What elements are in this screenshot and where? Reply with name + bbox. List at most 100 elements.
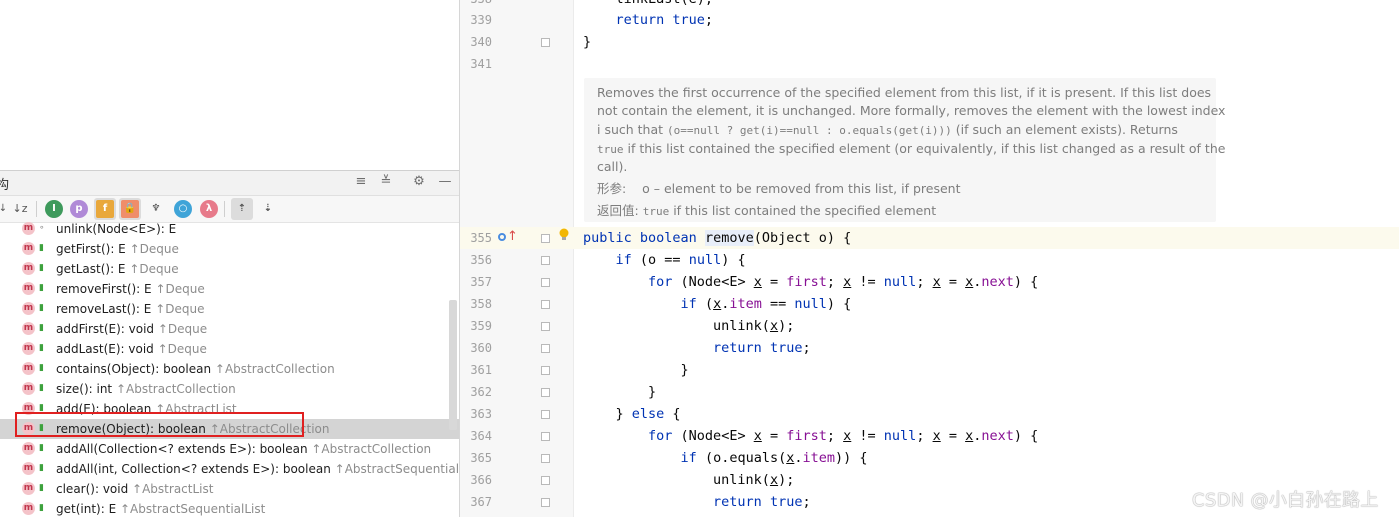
gear-icon[interactable]: ⚙ — [410, 173, 428, 191]
line-number: 340 — [470, 35, 492, 49]
tree-item[interactable]: m ▮ addFirst(E): void ↑Deque — [0, 319, 459, 339]
tree-item-label: addAll(Collection<? extends E>): boolean… — [56, 442, 432, 456]
method-icon: m — [22, 302, 35, 315]
fold-marker[interactable] — [541, 498, 550, 507]
structure-title: 构 — [0, 174, 9, 193]
code-line: } — [583, 34, 592, 50]
public-unlock-icon: ▮ — [39, 463, 44, 473]
method-icon: m — [22, 462, 35, 475]
fold-marker[interactable] — [541, 476, 550, 485]
tree-item-label: getLast(): E ↑Deque — [56, 262, 179, 276]
show-fields-icon[interactable]: f — [96, 200, 114, 218]
code-line: return true; — [713, 340, 811, 356]
fold-marker[interactable] — [541, 432, 550, 441]
fold-marker[interactable] — [541, 410, 550, 419]
code-line: if (o == null) { — [615, 252, 746, 268]
public-unlock-icon: ▮ — [39, 243, 44, 253]
expand-all-icon[interactable]: ≡ — [352, 173, 370, 191]
tree-item[interactable]: m ▮ contains(Object): boolean ↑AbstractCol… — [0, 359, 459, 379]
tree-item-label: removeLast(): E ↑Deque — [56, 302, 205, 316]
tree-item[interactable]: m ▮ addLast(E): void ↑Deque — [0, 339, 459, 359]
autoscroll-from-source-icon[interactable]: ⇣ — [259, 200, 277, 218]
tree-item-label: addLast(E): void ↑Deque — [56, 342, 207, 356]
sort-alpha-icon[interactable]: ↓z — [11, 200, 29, 218]
tree-item[interactable]: m ▮ getFirst(): E ↑Deque — [0, 239, 459, 259]
line-number: 361 — [470, 363, 492, 377]
tree-item[interactable]: m ∘ unlink(Node<E>): E — [0, 219, 459, 239]
code-line: for (Node<E> x = first; x != null; x = x… — [648, 428, 1039, 444]
code-line: } — [583, 384, 657, 400]
line-number: 355 — [470, 231, 492, 245]
fold-marker[interactable] — [541, 300, 550, 309]
tree-item[interactable]: m ▮ getLast(): E ↑Deque — [0, 259, 459, 279]
line-number: 366 — [470, 473, 492, 487]
line-number: 363 — [470, 407, 492, 421]
show-properties-icon[interactable]: p — [70, 200, 88, 218]
method-gutter-icon[interactable] — [498, 233, 506, 241]
public-unlock-icon: ▮ — [39, 303, 44, 313]
show-inherited-icon[interactable]: I — [45, 200, 63, 218]
code-line: for (Node<E> x = first; x != null; x = x… — [648, 274, 1039, 290]
public-unlock-icon: ▮ — [39, 263, 44, 273]
scrollbar[interactable] — [449, 300, 457, 430]
method-icon: m — [22, 482, 35, 495]
tree-item-label: size(): int ↑AbstractCollection — [56, 382, 236, 396]
line-number: 362 — [470, 385, 492, 399]
code-line: unlink(x); — [583, 472, 795, 488]
fold-marker[interactable] — [541, 366, 550, 375]
method-icon: m — [22, 322, 35, 335]
code-line: public boolean remove(Object o) { — [583, 230, 852, 246]
tree-item[interactable]: m ▮ get(int): E ↑AbstractSequentialList — [0, 499, 459, 517]
public-unlock-icon: ▮ — [39, 323, 44, 333]
tree-item[interactable]: m ▮ clear(): void ↑AbstractList — [0, 479, 459, 499]
line-number: 341 — [470, 57, 492, 71]
show-lambdas-icon[interactable]: ○ — [174, 200, 192, 218]
lightbulb-icon[interactable] — [558, 228, 570, 242]
fold-marker[interactable] — [541, 278, 550, 287]
tree-item[interactable]: m ▮ addAll(int, Collection<? extends E>): … — [0, 459, 459, 479]
public-unlock-icon: ▮ — [39, 363, 44, 373]
watermark: CSDN @小白孙在路上 — [1192, 490, 1379, 511]
public-unlock-icon: ▮ — [39, 343, 44, 353]
method-icon: m — [22, 222, 35, 235]
method-icon: m — [22, 382, 35, 395]
structure-tree: m ∘ unlink(Node<E>): E m ▮ getFirst(): E ↑De… — [0, 222, 459, 517]
method-icon: m — [22, 282, 35, 295]
private-dot-icon: ∘ — [39, 223, 45, 233]
tree-item-label: unlink(Node<E>): E — [56, 222, 177, 236]
tree-item-label: contains(Object): boolean ↑AbstractColle… — [56, 362, 335, 376]
tree-item[interactable]: m ▮ size(): int ↑AbstractCollection — [0, 379, 459, 399]
fold-marker[interactable] — [541, 388, 550, 397]
line-number: 360 — [470, 341, 492, 355]
minimize-icon[interactable]: — — [436, 173, 454, 191]
autoscroll-to-source-icon[interactable]: ⇡ — [233, 200, 251, 218]
tree-item[interactable]: m ▮ removeLast(): E ↑Deque — [0, 299, 459, 319]
structure-header: 构 ≡ ≚ ⚙ — — [0, 170, 459, 196]
code-line: } else { — [583, 406, 681, 422]
tree-item-label: get(int): E ↑AbstractSequentialList — [56, 502, 266, 516]
line-number: 339 — [470, 13, 492, 27]
method-icon: m — [22, 242, 35, 255]
fold-marker[interactable] — [541, 322, 550, 331]
collapse-all-icon[interactable]: ≚ — [377, 173, 395, 191]
code-line: return true; — [713, 494, 811, 510]
fold-marker[interactable] — [541, 38, 550, 47]
structure-panel: 构 ≡ ≚ ⚙ — ↓ ↓z I p f 🔒 ♆ ○ λ ⇡ ⇣ m∘unlin… — [0, 0, 460, 517]
override-arrow-icon[interactable]: ↑ — [507, 229, 518, 244]
tree-item-label: removeFirst(): E ↑Deque — [56, 282, 205, 296]
code-editor[interactable]: 338 linkLast(e); 339 return true; 340 } … — [460, 0, 1399, 517]
lambda-icon[interactable]: λ — [200, 200, 218, 218]
tree-item[interactable]: m ▮ removeFirst(): E ↑Deque — [0, 279, 459, 299]
show-non-public-icon[interactable]: 🔒 — [121, 200, 139, 218]
fold-marker[interactable] — [541, 454, 550, 463]
fold-marker[interactable] — [541, 344, 550, 353]
fold-marker[interactable] — [541, 256, 550, 265]
fold-marker[interactable] — [541, 234, 550, 243]
line-number: 367 — [470, 495, 492, 509]
method-icon: m — [22, 502, 35, 515]
line-number: 357 — [470, 275, 492, 289]
show-anonymous-icon[interactable]: ♆ — [147, 200, 165, 218]
method-icon: m — [22, 262, 35, 275]
line-number: 356 — [470, 253, 492, 267]
tree-item[interactable]: m ▮ addAll(Collection<? extends E>): boole… — [0, 439, 459, 459]
